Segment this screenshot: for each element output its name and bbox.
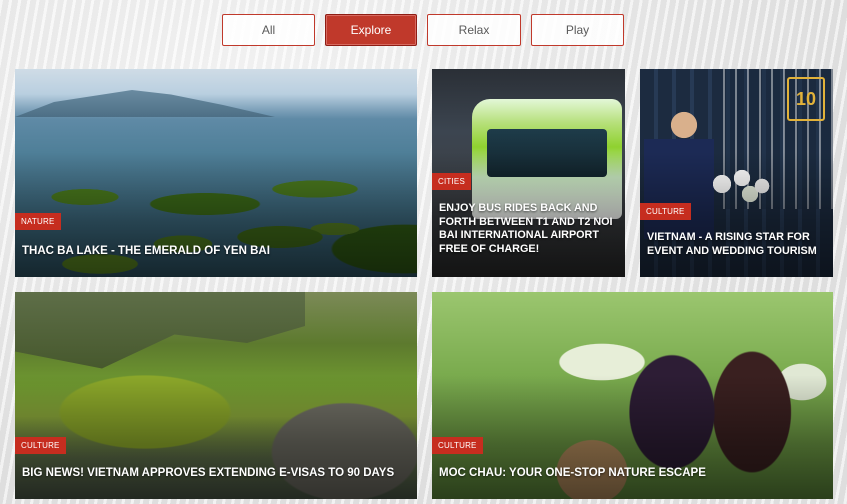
tab-all[interactable]: All	[222, 14, 315, 46]
card-title[interactable]: VIETNAM - A RISING STAR FOR EVENT AND WE…	[647, 231, 825, 258]
article-card-event-wedding[interactable]: 10 CULTURE VIETNAM - A RISING STAR FOR E…	[640, 69, 833, 277]
tab-play[interactable]: Play	[531, 14, 624, 46]
article-card-airport-bus[interactable]: CITIES ENJOY BUS RIDES BACK AND FORTH BE…	[432, 69, 625, 277]
card-title[interactable]: MOC CHAU: YOUR ONE-STOP NATURE ESCAPE	[439, 466, 825, 480]
category-badge[interactable]: NATURE	[15, 213, 61, 230]
tab-relax[interactable]: Relax	[427, 14, 521, 46]
article-card-thac-ba-lake[interactable]: NATURE THAC BA LAKE - THE EMERALD OF YEN…	[15, 69, 417, 277]
category-badge[interactable]: CULTURE	[432, 437, 483, 454]
tab-explore[interactable]: Explore	[325, 14, 417, 46]
article-card-evisa[interactable]: CULTURE BIG NEWS! VIETNAM APPROVES EXTEN…	[15, 292, 417, 499]
card-overlay	[15, 374, 417, 499]
card-overlay	[15, 152, 417, 277]
card-overlay	[432, 374, 833, 499]
category-badge[interactable]: CULTURE	[15, 437, 66, 454]
category-badge[interactable]: CITIES	[432, 173, 471, 190]
filter-tabs: All Explore Relax Play	[222, 14, 624, 46]
card-title[interactable]: BIG NEWS! VIETNAM APPROVES EXTENDING E-V…	[22, 466, 409, 480]
category-badge[interactable]: CULTURE	[640, 203, 691, 220]
article-card-moc-chau[interactable]: CULTURE MOC CHAU: YOUR ONE-STOP NATURE E…	[432, 292, 833, 499]
card-title[interactable]: THAC BA LAKE - THE EMERALD OF YEN BAI	[22, 244, 409, 258]
anniversary-logo: 10	[787, 77, 825, 121]
card-title[interactable]: ENJOY BUS RIDES BACK AND FORTH BETWEEN T…	[439, 202, 617, 256]
